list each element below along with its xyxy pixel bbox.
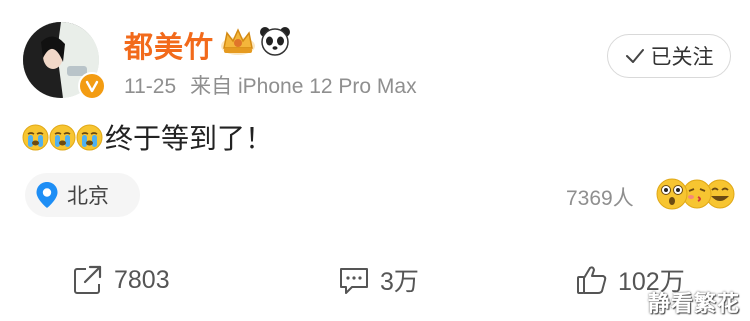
- location-tag[interactable]: 北京: [25, 173, 140, 217]
- post-date: 11-25: [124, 75, 177, 98]
- crying-face-icon: [76, 124, 103, 150]
- share-button[interactable]: 7803: [72, 262, 170, 298]
- panda-icon[interactable]: [258, 24, 292, 58]
- post-meta: 11-25 来自 iPhone 12 Pro Max: [124, 70, 417, 100]
- surprised-face-icon: [656, 178, 688, 210]
- reads-count[interactable]: 7369人: [566, 182, 634, 212]
- crying-face-icon: [22, 124, 49, 150]
- share-count: 7803: [114, 265, 170, 294]
- comment-count: 3万: [380, 268, 419, 296]
- crying-face-icon: [49, 124, 76, 150]
- follow-label: 已关注: [650, 46, 714, 69]
- post-text: 终于等到了！: [105, 123, 274, 154]
- thumbs-up-icon: [577, 266, 607, 294]
- location-pin-icon: [36, 182, 58, 208]
- watermark: 静看繁花: [648, 291, 741, 316]
- post-content: 终于等到了！: [22, 119, 273, 155]
- comment-button[interactable]: 3万: [338, 262, 419, 298]
- crown-icon[interactable]: [218, 24, 258, 58]
- comment-icon: [340, 268, 368, 294]
- verified-badge-icon: [78, 72, 106, 100]
- post-source[interactable]: 来自 iPhone 12 Pro Max: [190, 75, 416, 98]
- follow-button[interactable]: 已关注: [607, 34, 731, 78]
- check-icon: [625, 49, 644, 63]
- username[interactable]: 都美竹: [124, 24, 214, 66]
- share-icon: [74, 264, 104, 294]
- weibo-post-card: 都美竹 11-25 来自 iPhone 12 Pro Max 已关注 终于等到了…: [0, 0, 750, 321]
- reaction-emojis[interactable]: [654, 176, 736, 212]
- location-label: 北京: [67, 185, 109, 208]
